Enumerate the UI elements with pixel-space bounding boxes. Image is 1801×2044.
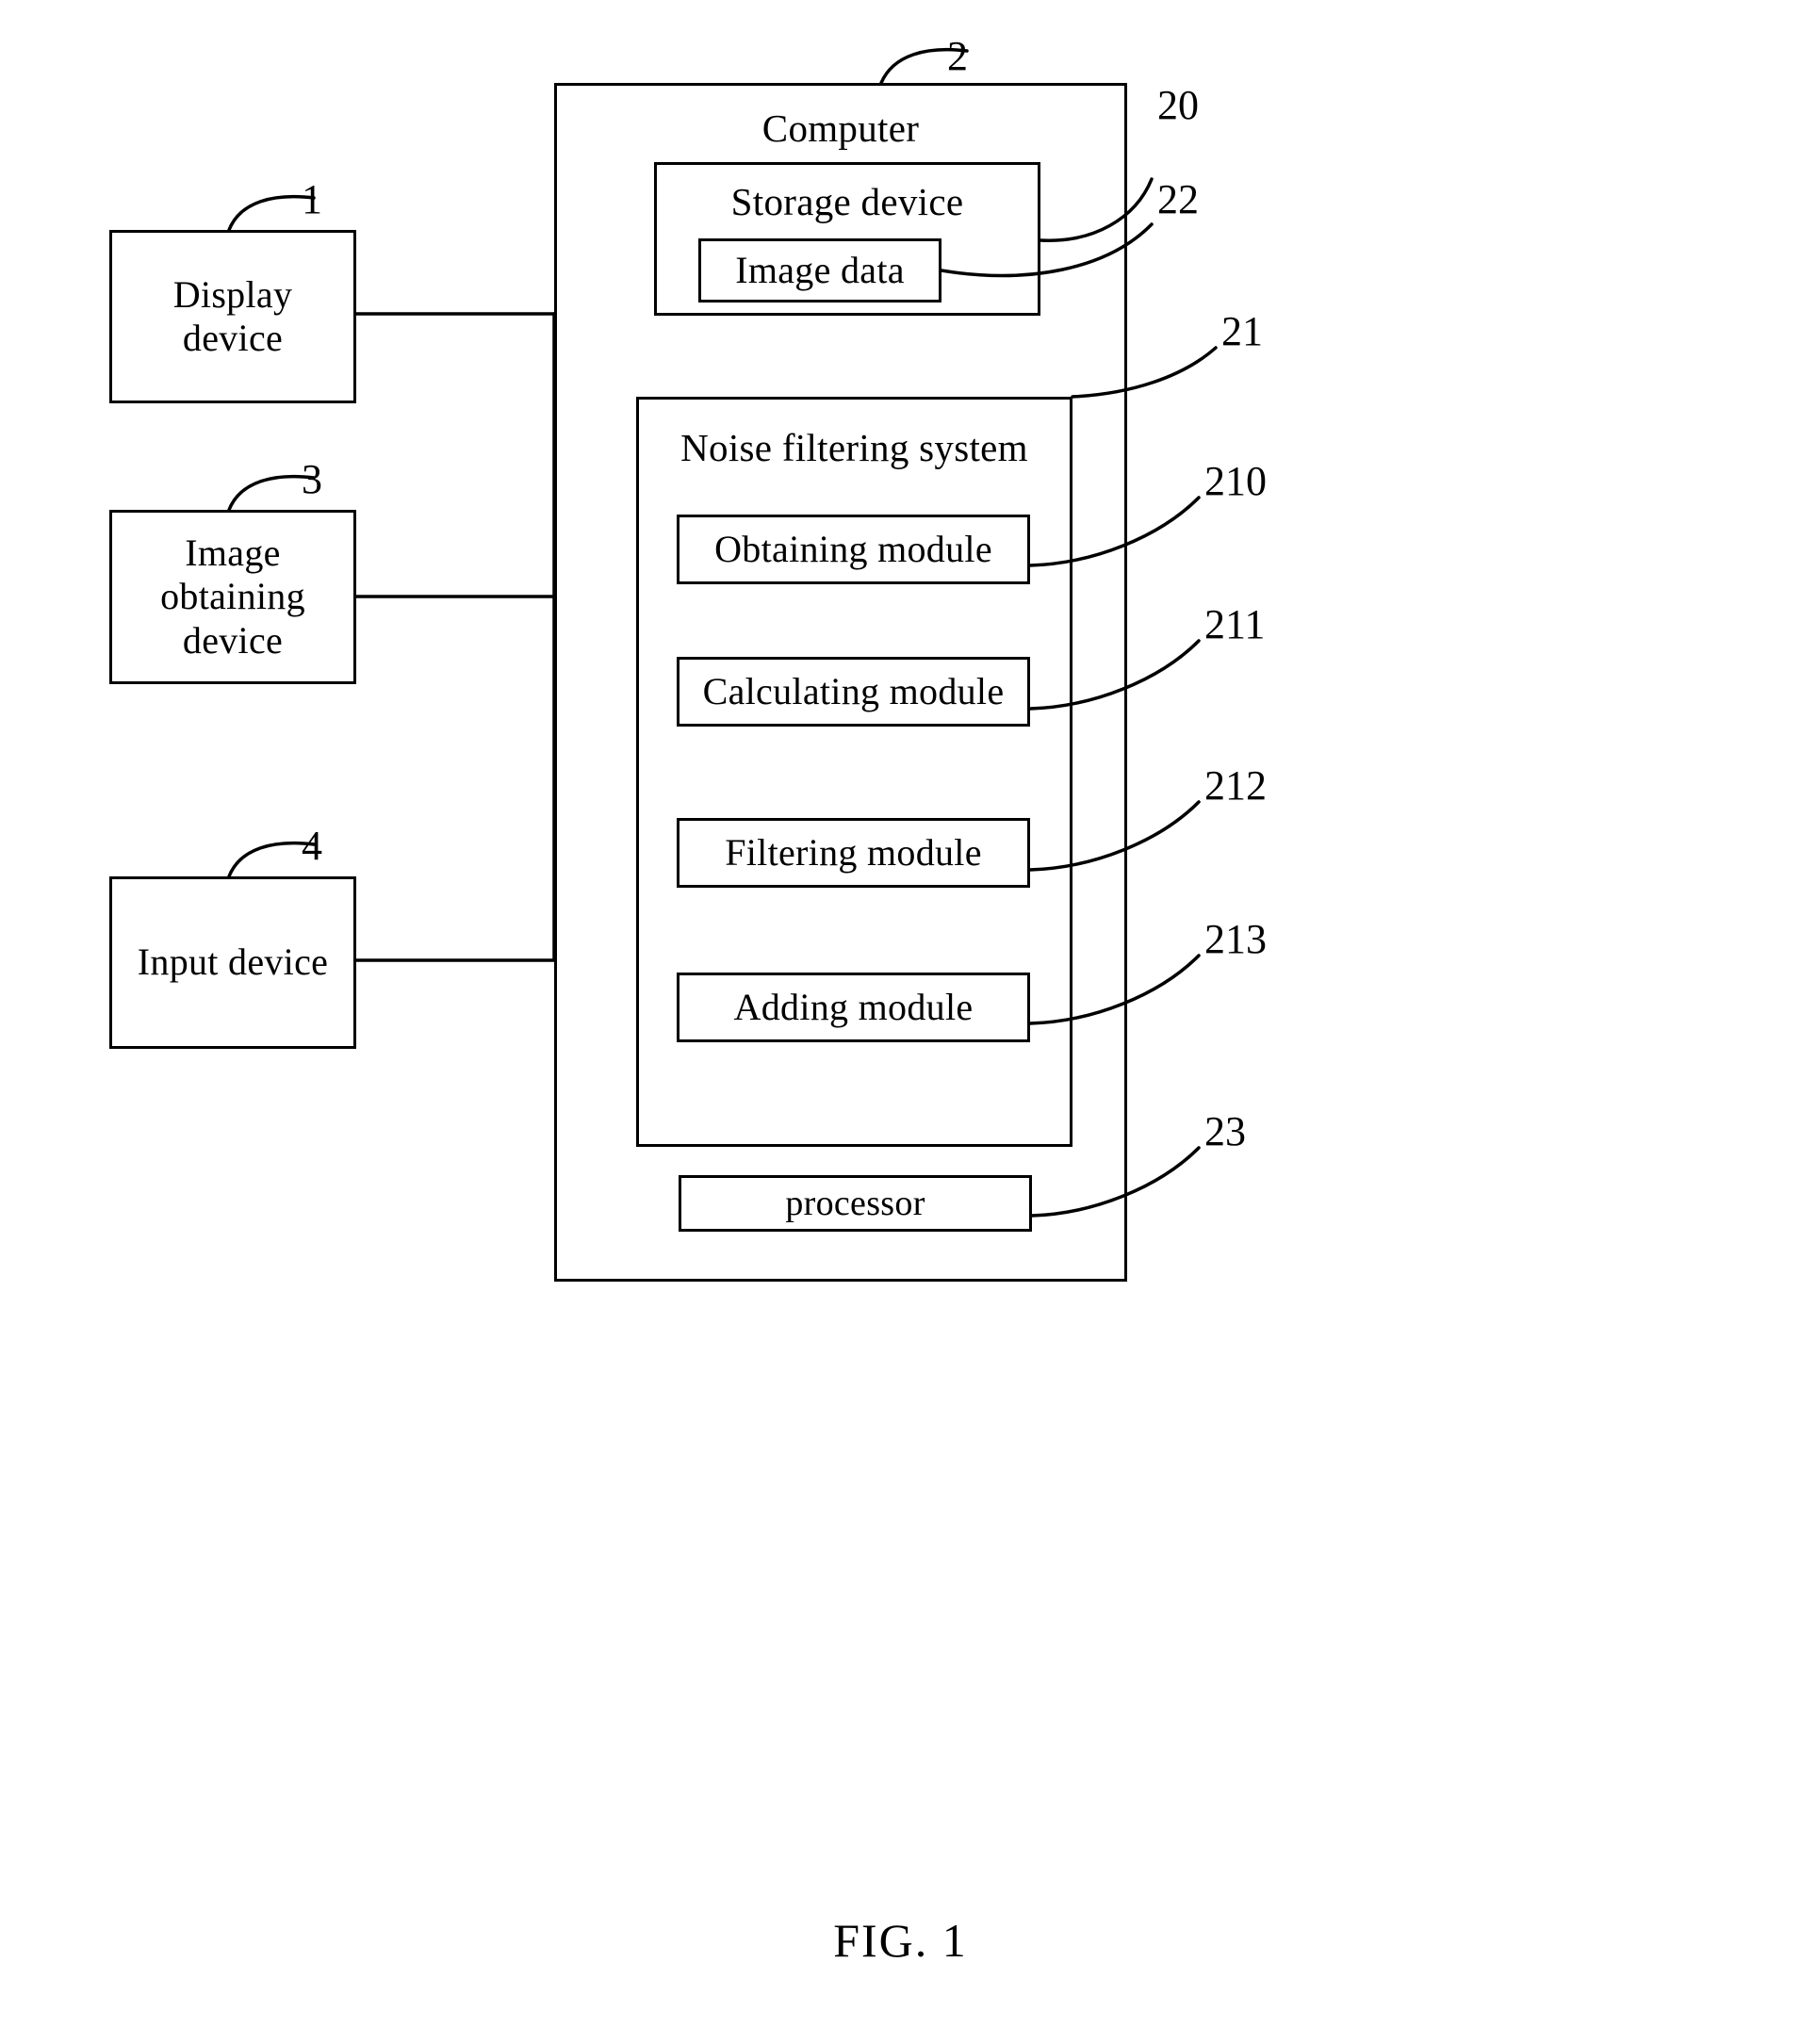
ref-numeral-21: 21 (1221, 308, 1263, 354)
processor-box: processor (679, 1175, 1032, 1232)
ref-numeral-1: 1 (302, 176, 322, 222)
adding-module-label: Adding module (733, 985, 974, 1028)
ref-numeral-213: 213 (1204, 916, 1267, 962)
image-obtaining-device-box: Image obtaining device (109, 510, 356, 684)
computer-title: Computer (761, 106, 920, 150)
ref-numeral-211: 211 (1204, 601, 1266, 647)
processor-label: processor (785, 1183, 925, 1223)
ref-numeral-210: 210 (1204, 458, 1267, 504)
ref-numeral-2: 2 (947, 33, 968, 79)
filtering-module-box: Filtering module (677, 818, 1030, 888)
display-device-label: Display device (172, 272, 293, 359)
ref-numeral-212: 212 (1204, 762, 1267, 809)
image-obtaining-device-label: Image obtaining device (160, 531, 305, 662)
ref-numeral-4: 4 (302, 823, 322, 869)
input-device-label: Input device (137, 940, 329, 984)
ref-numeral-20: 20 (1157, 82, 1199, 128)
display-device-box: Display device (109, 230, 356, 403)
filtering-module-label: Filtering module (725, 830, 982, 874)
storage-device-title: Storage device (730, 180, 964, 223)
ref-numeral-22: 22 (1157, 176, 1199, 222)
ref-numeral-3: 3 (302, 456, 322, 502)
input-device-box: Input device (109, 876, 356, 1049)
image-data-label: Image data (735, 248, 905, 291)
image-data-box: Image data (698, 238, 941, 303)
adding-module-box: Adding module (677, 973, 1030, 1042)
patent-figure: Computer Storage device Image data Noise… (0, 0, 1801, 2044)
obtaining-module-box: Obtaining module (677, 515, 1030, 584)
calculating-module-box: Calculating module (677, 657, 1030, 727)
calculating-module-label: Calculating module (702, 669, 1005, 712)
noise-filtering-system-title: Noise filtering system (680, 426, 1028, 469)
figure-caption: FIG. 1 (833, 1914, 968, 1967)
ref-numeral-23: 23 (1204, 1108, 1246, 1154)
obtaining-module-label: Obtaining module (714, 527, 992, 570)
